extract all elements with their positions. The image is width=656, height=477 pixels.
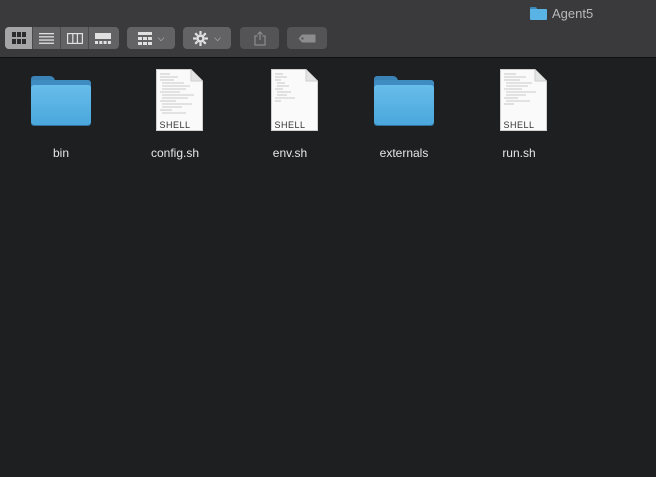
shell-script-icon: SHELL [487, 68, 551, 132]
folder-icon [372, 68, 436, 132]
window-title-label: Agent5 [552, 5, 594, 21]
folder-icon [29, 68, 93, 132]
gallery-view-button[interactable] [89, 27, 117, 49]
titlebar: Agent5 ⌵ ⌵ [0, 0, 656, 58]
file-name: bin [52, 146, 69, 160]
share-button[interactable] [240, 27, 279, 49]
file-type-badge: SHELL [274, 120, 306, 130]
toolbar: ⌵ ⌵ [0, 27, 656, 51]
list-icon [39, 32, 54, 44]
share-icon [253, 30, 266, 46]
window-title: Agent5 [530, 5, 593, 21]
file-name: externals [379, 146, 429, 160]
columns-icon [66, 32, 83, 44]
chevron-down-icon: ⌵ [157, 32, 165, 43]
file-item-config-sh[interactable]: SHELL config.sh [125, 68, 225, 160]
list-view-button[interactable] [33, 27, 61, 49]
group-by-grid-icon [137, 31, 152, 45]
grid-icon [11, 32, 26, 44]
folder-icon [530, 6, 547, 20]
shell-script-icon: SHELL [143, 68, 207, 132]
gear-icon [193, 30, 209, 46]
column-view-button[interactable] [61, 27, 89, 49]
gallery-icon [95, 32, 111, 44]
shell-script-icon: SHELL [258, 68, 322, 132]
file-item-run-sh[interactable]: SHELL run.sh [469, 68, 569, 160]
group-by-button[interactable]: ⌵ [127, 27, 175, 49]
icon-view-button[interactable] [5, 27, 33, 49]
chevron-down-icon: ⌵ [214, 32, 221, 43]
action-button[interactable]: ⌵ [183, 27, 231, 49]
file-type-badge: SHELL [159, 120, 191, 130]
file-item-bin[interactable]: bin [11, 68, 111, 160]
file-name: run.sh [502, 146, 536, 160]
file-item-externals[interactable]: externals [354, 68, 454, 160]
file-name: config.sh [150, 146, 200, 160]
tag-icon [298, 34, 316, 42]
file-type-badge: SHELL [503, 120, 535, 130]
finder-window: Agent5 ⌵ ⌵ bin SHELL config.sh SHELL env… [0, 0, 656, 477]
file-name: env.sh [272, 146, 308, 160]
file-item-env-sh[interactable]: SHELL env.sh [240, 68, 340, 160]
tag-button[interactable] [287, 27, 327, 49]
view-switcher [5, 27, 119, 49]
file-grid: bin SHELL config.sh SHELL env.sh externa… [0, 58, 656, 477]
